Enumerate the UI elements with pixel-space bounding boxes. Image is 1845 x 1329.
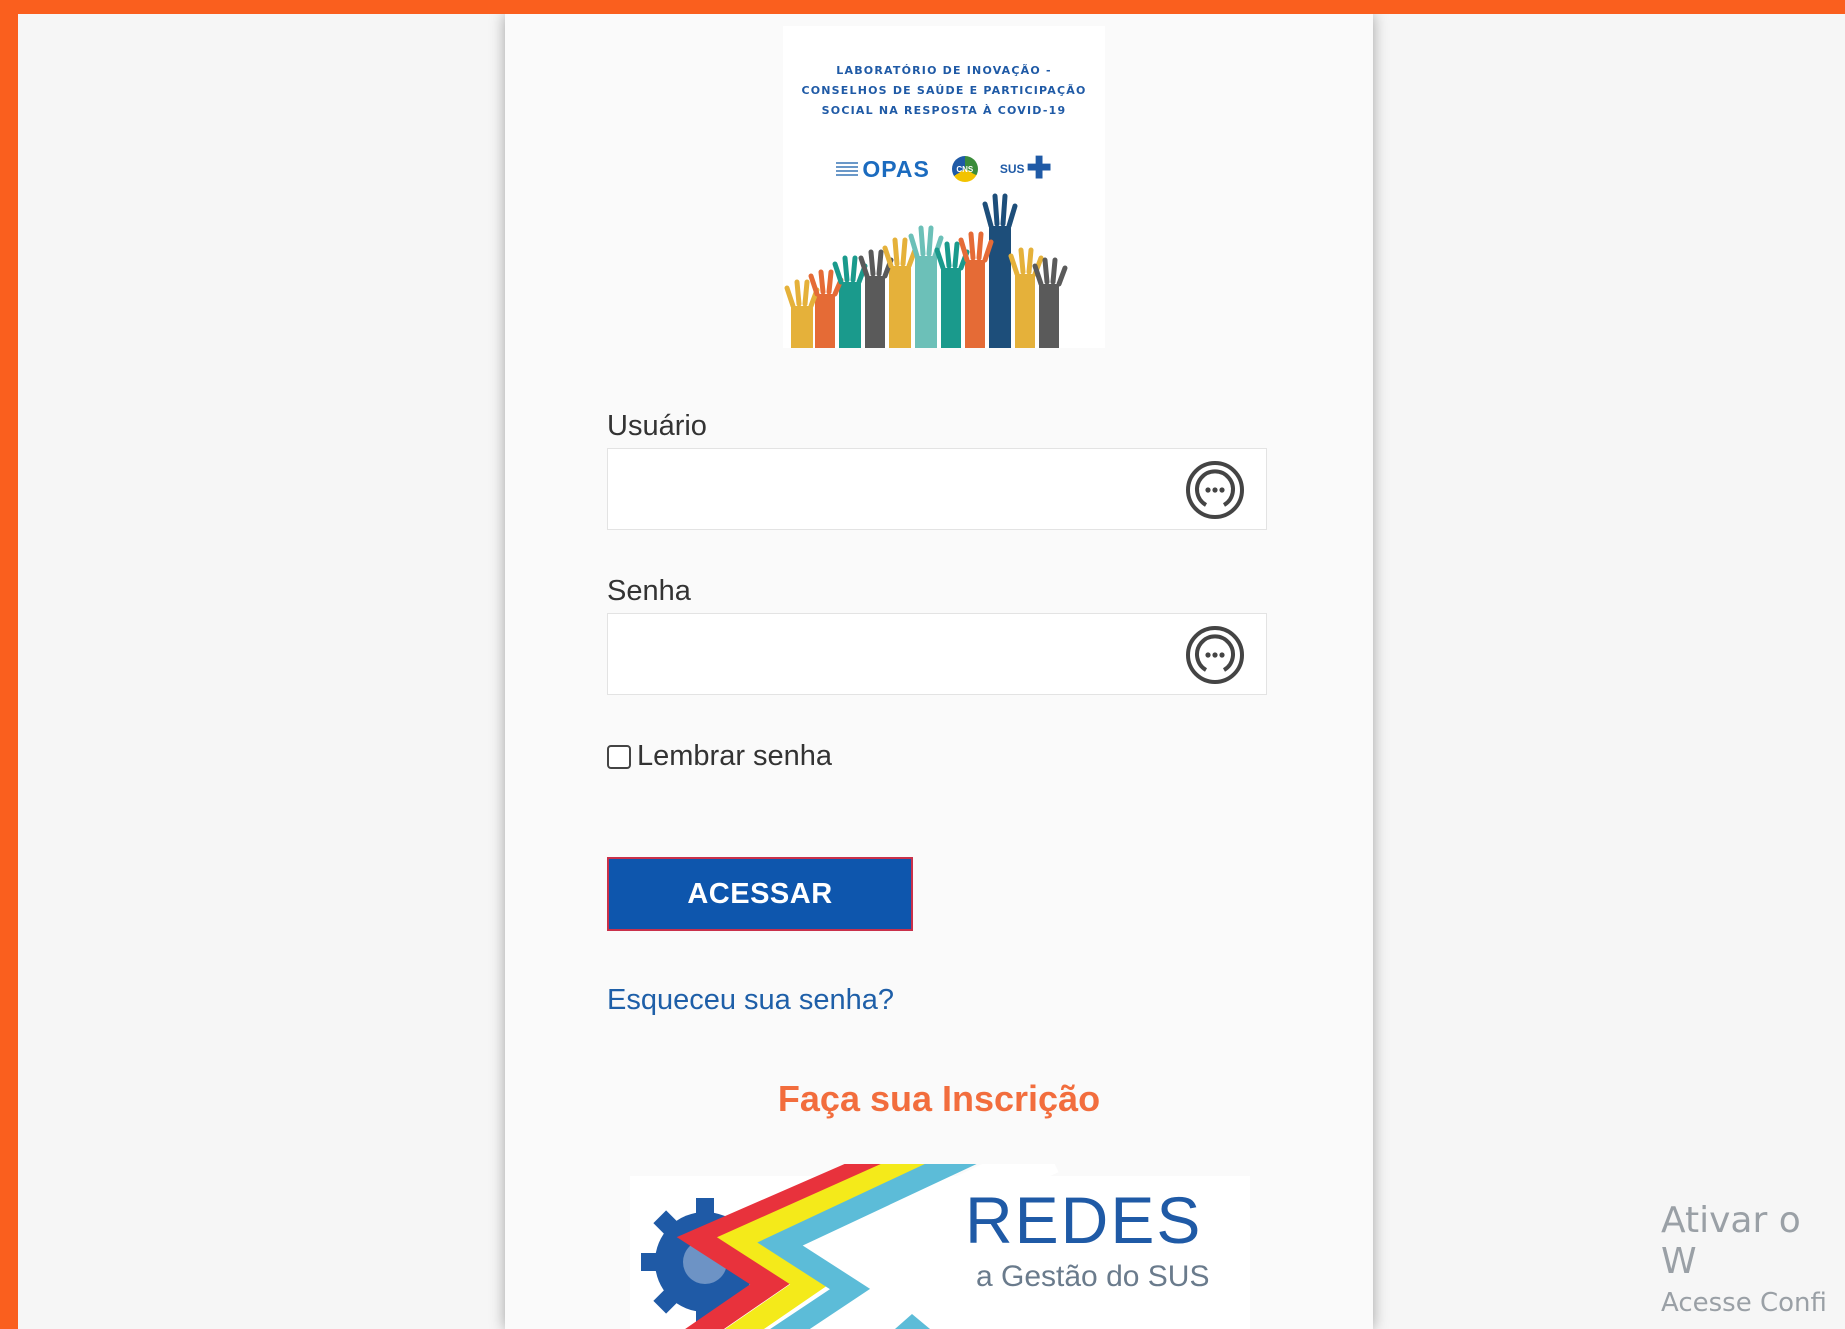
- raised-hands-illustration: [784, 193, 1068, 348]
- logo-title-line-2: CONSELHOS DE SAÚDE E PARTICIPAÇÃO: [801, 84, 1087, 97]
- windows-activation-watermark: Ativar o W Acesse Confi: [1661, 1200, 1845, 1318]
- remember-label: Lembrar senha: [637, 740, 833, 772]
- password-manager-icon[interactable]: [1184, 624, 1246, 686]
- password-input[interactable]: [608, 614, 1168, 694]
- acessar-button[interactable]: ACESSAR: [607, 857, 913, 931]
- redes-subtitle: a Gestão do SUS: [976, 1260, 1210, 1293]
- username-label: Usuário: [607, 410, 707, 442]
- remember-password[interactable]: Lembrar senha: [607, 740, 832, 773]
- logo-title-line-3: SOCIAL NA RESPOSTA À COVID-19: [821, 104, 1067, 117]
- plus-icon: ✚: [1026, 152, 1052, 185]
- redes-title: REDES: [965, 1183, 1203, 1257]
- username-field[interactable]: [607, 448, 1267, 530]
- sus-logo: SUS ✚: [999, 152, 1052, 185]
- watermark-line-2: Acesse Confi: [1661, 1288, 1827, 1318]
- cns-logo: CNS: [951, 156, 978, 182]
- logo-title: LABORATÓRIO DE INOVAÇÃO - CONSELHOS DE S…: [783, 61, 1105, 121]
- watermark-line-1: Ativar o W: [1661, 1200, 1801, 1282]
- remember-checkbox[interactable]: [607, 744, 631, 769]
- password-manager-icon[interactable]: [1184, 459, 1246, 521]
- forgot-password-link[interactable]: Esqueceu sua senha?: [607, 984, 894, 1017]
- opas-logo: OPAS: [836, 156, 929, 183]
- password-field[interactable]: [607, 613, 1267, 695]
- partner-logos: OPAS CNS SUS ✚: [783, 154, 1105, 184]
- logo-title-line-1: LABORATÓRIO DE INOVAÇÃO -: [836, 64, 1052, 77]
- opas-lines-icon: [836, 162, 859, 176]
- username-input[interactable]: [608, 449, 1168, 529]
- signup-heading[interactable]: Faça sua Inscrição: [505, 1078, 1373, 1120]
- redes-banner[interactable]: REDES a Gestão do SUS: [630, 1164, 1250, 1329]
- login-card: LABORATÓRIO DE INOVAÇÃO - CONSELHOS DE S…: [505, 14, 1373, 1329]
- page-background: LABORATÓRIO DE INOVAÇÃO - CONSELHOS DE S…: [18, 14, 1845, 1329]
- laboratorio-logo: LABORATÓRIO DE INOVAÇÃO - CONSELHOS DE S…: [783, 26, 1105, 348]
- password-label: Senha: [607, 575, 691, 607]
